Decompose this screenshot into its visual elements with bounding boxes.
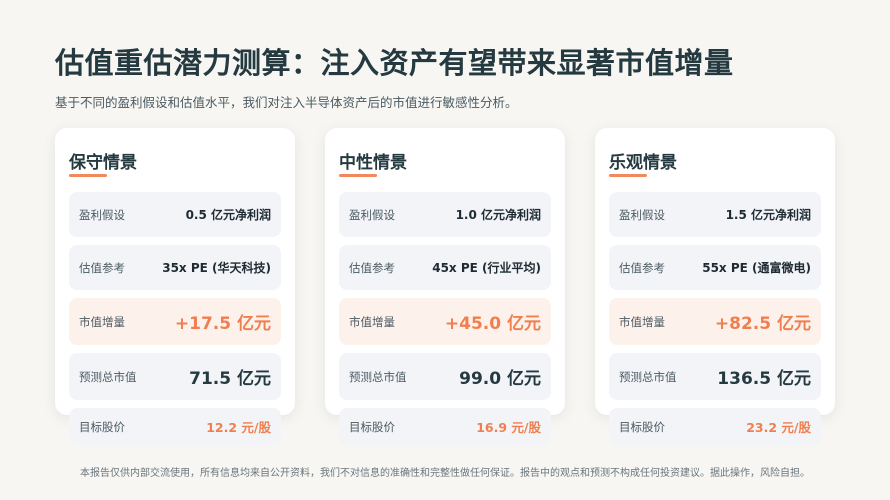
row-forecast-total-market-cap: 预测总市值 99.0 亿元 <box>339 353 551 400</box>
row-label: 目标股价 <box>349 419 395 434</box>
row-target-price: 目标股价 23.2 元/股 <box>609 408 821 445</box>
row-value: 71.5 亿元 <box>189 369 271 389</box>
row-value: +45.0 亿元 <box>444 314 541 334</box>
row-label: 市值增量 <box>619 314 665 329</box>
row-label: 估值参考 <box>349 260 395 275</box>
title-underline <box>609 174 647 177</box>
scenario-card-conservative: 保守情景 盈利假设 0.5 亿元净利润 估值参考 35x PE (华天科技) 市… <box>55 128 295 445</box>
row-value: 12.2 元/股 <box>206 420 271 435</box>
row-label: 预测总市值 <box>79 369 137 384</box>
row-label: 估值参考 <box>79 260 125 275</box>
row-label: 市值增量 <box>349 314 395 329</box>
title-underline <box>69 174 107 177</box>
row-value: 136.5 亿元 <box>717 369 811 389</box>
row-market-cap-increase: 市值增量 +45.0 亿元 <box>339 298 551 345</box>
row-target-price: 目标股价 16.9 元/股 <box>339 408 551 445</box>
scenario-card-optimistic: 乐观情景 盈利假设 1.5 亿元净利润 估值参考 55x PE (通富微电) 市… <box>595 128 835 445</box>
row-profit-assumption: 盈利假设 0.5 亿元净利润 <box>69 192 281 237</box>
row-forecast-total-market-cap: 预测总市值 136.5 亿元 <box>609 353 821 400</box>
row-forecast-total-market-cap: 预测总市值 71.5 亿元 <box>69 353 281 400</box>
row-value: 35x PE (华天科技) <box>162 261 271 275</box>
row-market-cap-increase: 市值增量 +82.5 亿元 <box>609 298 821 345</box>
card-title: 乐观情景 <box>609 153 677 173</box>
row-value: 1.5 亿元净利润 <box>725 208 811 222</box>
scenario-card-neutral: 中性情景 盈利假设 1.0 亿元净利润 估值参考 45x PE (行业平均) 市… <box>325 128 565 445</box>
row-valuation-reference: 估值参考 55x PE (通富微电) <box>609 245 821 290</box>
row-label: 目标股价 <box>619 419 665 434</box>
row-label: 盈利假设 <box>349 207 395 222</box>
row-market-cap-increase: 市值增量 +17.5 亿元 <box>69 298 281 345</box>
row-label: 预测总市值 <box>619 369 677 384</box>
disclaimer-footer: 本报告仅供内部交流使用，所有信息均来自公开资料，我们不对信息的准确性和完整性做任… <box>80 468 810 479</box>
page-subtitle: 基于不同的盈利假设和估值水平，我们对注入半导体资产后的市值进行敏感性分析。 <box>55 95 518 110</box>
row-valuation-reference: 估值参考 35x PE (华天科技) <box>69 245 281 290</box>
card-title: 保守情景 <box>69 153 137 173</box>
row-value: 16.9 元/股 <box>476 420 541 435</box>
row-value: +82.5 亿元 <box>714 314 811 334</box>
row-profit-assumption: 盈利假设 1.5 亿元净利润 <box>609 192 821 237</box>
row-label: 市值增量 <box>79 314 125 329</box>
row-label: 估值参考 <box>619 260 665 275</box>
row-profit-assumption: 盈利假设 1.0 亿元净利润 <box>339 192 551 237</box>
row-value: 23.2 元/股 <box>746 420 811 435</box>
row-label: 目标股价 <box>79 419 125 434</box>
row-target-price: 目标股价 12.2 元/股 <box>69 408 281 445</box>
row-value: 0.5 亿元净利润 <box>185 208 271 222</box>
title-underline <box>339 174 377 177</box>
row-valuation-reference: 估值参考 45x PE (行业平均) <box>339 245 551 290</box>
row-label: 盈利假设 <box>79 207 125 222</box>
row-value: 45x PE (行业平均) <box>432 261 541 275</box>
row-label: 盈利假设 <box>619 207 665 222</box>
row-value: 99.0 亿元 <box>459 369 541 389</box>
row-value: +17.5 亿元 <box>174 314 271 334</box>
page-title: 估值重估潜力测算：注入资产有望带来显著市值增量 <box>55 46 734 80</box>
row-value: 55x PE (通富微电) <box>702 261 811 275</box>
card-title: 中性情景 <box>339 153 407 173</box>
row-label: 预测总市值 <box>349 369 407 384</box>
row-value: 1.0 亿元净利润 <box>455 208 541 222</box>
